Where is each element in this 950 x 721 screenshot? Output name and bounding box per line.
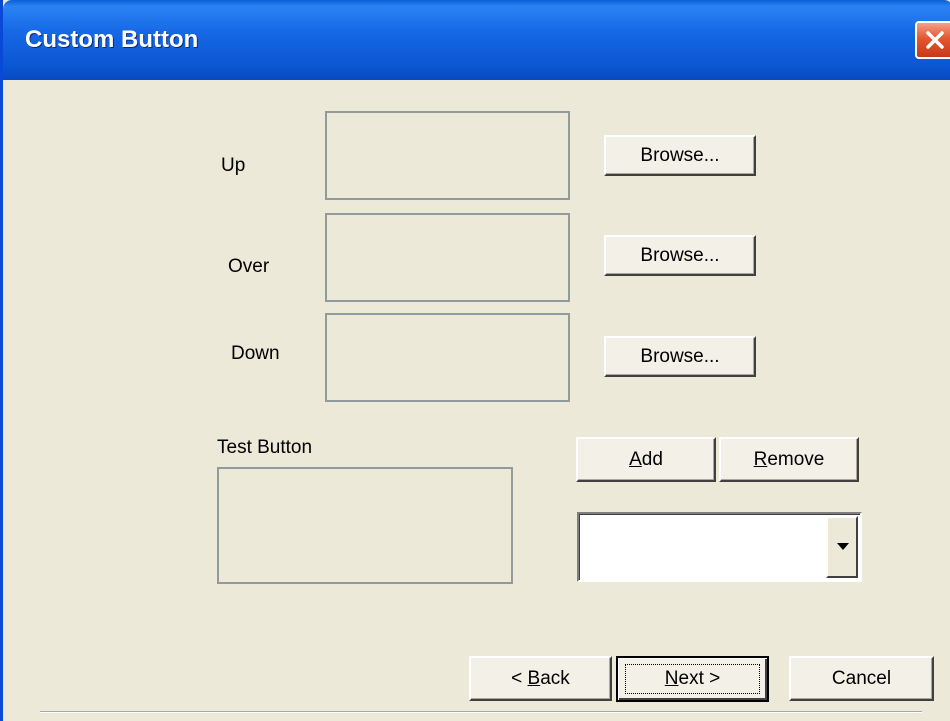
add-label-suffix: dd	[641, 448, 663, 470]
browse-up-label: Browse...	[640, 144, 720, 166]
close-button[interactable]	[915, 21, 950, 59]
browse-up-button[interactable]: Browse...	[604, 135, 756, 176]
over-image-preview	[325, 213, 570, 302]
back-label: < Back	[511, 668, 570, 690]
over-state-label: Over	[228, 256, 270, 277]
back-label-prefix: <	[511, 667, 528, 689]
chevron-down-icon	[837, 543, 849, 550]
combobox-dropdown-button[interactable]	[826, 516, 858, 578]
next-button[interactable]: Next >	[616, 656, 769, 702]
down-state-label: Down	[231, 343, 280, 364]
down-image-preview	[325, 313, 570, 402]
browse-over-label: Browse...	[640, 244, 720, 266]
dialog-body: Up Browse... Over Browse... Down Browse.…	[3, 80, 950, 721]
back-button[interactable]: < Back	[469, 656, 612, 701]
cancel-label: Cancel	[831, 667, 892, 689]
test-button-preview[interactable]	[217, 467, 513, 584]
focus-rectangle	[625, 664, 760, 694]
footer-separator	[40, 711, 922, 713]
close-icon	[926, 31, 944, 49]
add-label-mnemonic: A	[629, 448, 642, 470]
title-bar[interactable]: Custom Button	[3, 0, 950, 80]
button-style-combobox[interactable]	[577, 512, 862, 582]
remove-label-mnemonic: R	[753, 448, 768, 470]
window-title: Custom Button	[25, 26, 199, 53]
add-label: Add	[629, 449, 663, 471]
up-image-preview	[325, 111, 570, 200]
up-state-label: Up	[221, 155, 246, 176]
browse-down-button[interactable]: Browse...	[604, 336, 756, 377]
remove-button[interactable]: Remove	[719, 437, 859, 482]
cancel-button[interactable]: Cancel	[789, 656, 934, 701]
back-label-mnemonic: B	[527, 667, 541, 689]
browse-over-button[interactable]: Browse...	[604, 235, 756, 276]
remove-label-suffix: emove	[767, 448, 825, 470]
browse-down-label: Browse...	[640, 345, 720, 367]
back-label-suffix: ack	[540, 667, 570, 689]
add-button[interactable]: Add	[576, 437, 716, 482]
test-button-label: Test Button	[217, 437, 313, 458]
remove-label: Remove	[754, 449, 825, 471]
